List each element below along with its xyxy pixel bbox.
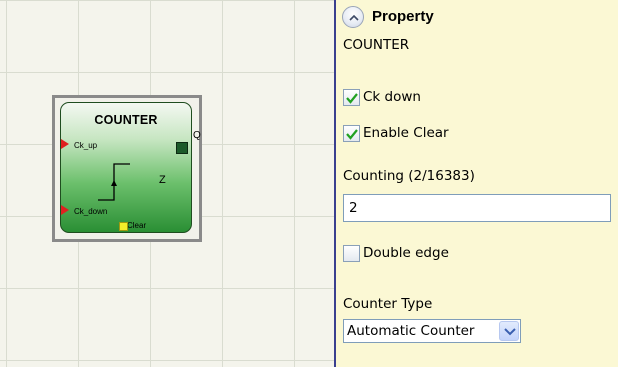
block-name: COUNTER <box>343 37 410 53</box>
dropdown-button[interactable] <box>499 321 519 341</box>
enable-clear-label: Enable Clear <box>363 125 449 141</box>
counting-input[interactable] <box>343 194 611 222</box>
input-ck-down-pin[interactable] <box>61 205 69 215</box>
block-title: COUNTER <box>94 113 158 127</box>
counter-type-select[interactable]: Automatic Counter <box>343 319 521 343</box>
input-ck-up-pin[interactable] <box>61 139 69 149</box>
checkmark-icon <box>346 93 358 104</box>
clear-input-label: Clear <box>127 221 147 230</box>
property-title: Property <box>372 8 434 25</box>
ck-down-checkbox[interactable] <box>343 89 360 106</box>
counting-label: Counting (2/16383) <box>343 168 475 184</box>
double-edge-label: Double edge <box>363 245 449 261</box>
double-edge-checkbox[interactable] <box>343 245 360 262</box>
clear-input-pin[interactable] <box>119 222 128 231</box>
checkmark-icon <box>346 129 358 140</box>
collapse-button[interactable] <box>342 6 364 28</box>
chevron-up-icon <box>349 14 359 21</box>
ck-down-label: Ck down <box>363 89 421 105</box>
output-q-pin[interactable] <box>176 142 188 154</box>
property-panel: Property COUNTER Ck down Enable Clear Co… <box>336 0 618 367</box>
input-ck-down-label: Ck_down <box>74 207 108 216</box>
enable-clear-checkbox[interactable] <box>343 125 360 142</box>
value-symbol: Z <box>159 174 166 186</box>
chevron-down-icon <box>504 328 516 336</box>
counter-type-label: Counter Type <box>343 296 433 312</box>
counter-type-value: Automatic Counter <box>347 323 475 339</box>
input-ck-up-label: Ck_up <box>74 141 98 150</box>
step-icon <box>98 163 130 201</box>
output-q-label: Q <box>193 130 201 141</box>
